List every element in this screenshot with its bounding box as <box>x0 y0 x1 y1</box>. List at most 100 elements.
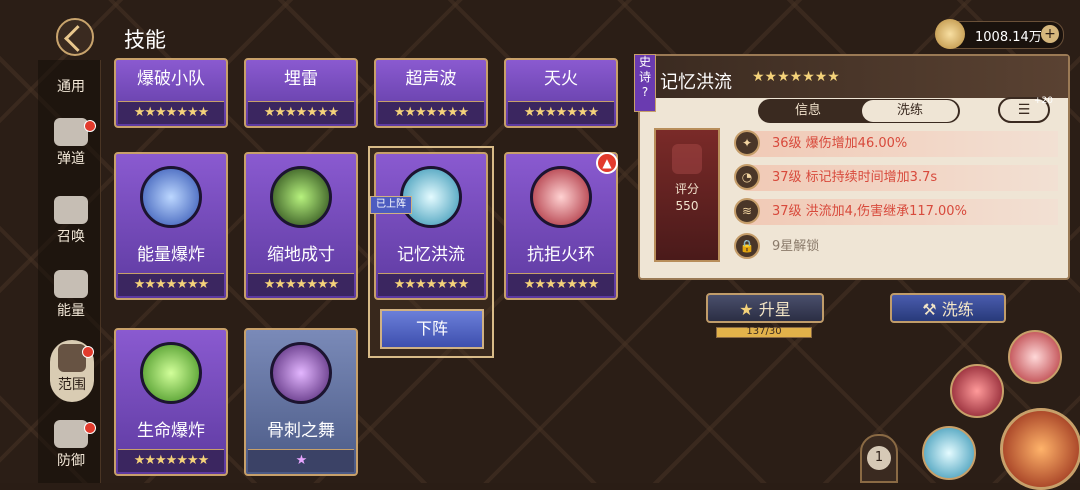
stat-row-locked: 🔒 9星解锁 <box>734 233 1058 260</box>
skill-name: 生命爆炸 <box>137 421 205 441</box>
hammer-icon: ⚒ <box>922 300 942 319</box>
sidebar-item-range[interactable]: 范围 <box>50 340 94 402</box>
score-value: 550 <box>675 199 699 213</box>
equipped-skill-red-orb[interactable] <box>950 364 1004 418</box>
notification-dot <box>84 422 96 434</box>
back-icon <box>64 25 91 52</box>
score-label: 评分 <box>674 182 699 196</box>
timer-icon: ◔ <box>734 164 760 190</box>
lock-icon: 🔒 <box>734 233 760 259</box>
flood-icon: ≋ <box>734 198 760 224</box>
skill-card[interactable]: 爆破小队 ★★★★★★★ <box>114 58 228 128</box>
sidebar-item-label: 能量 <box>57 303 85 319</box>
tier-help-icon[interactable]: ? <box>642 85 648 99</box>
currency-value: 1008.14万 <box>975 30 1042 45</box>
star-rating: ★★★★★★★ <box>248 273 354 296</box>
energy-icon <box>54 270 88 298</box>
stat-text: 36级 爆伤增加46.00% <box>772 136 908 151</box>
sidebar-item-label: 范围 <box>58 377 86 393</box>
equipped-skill-memory-flood-orb[interactable] <box>922 426 976 480</box>
star-rating: ★ <box>248 449 354 472</box>
skill-card[interactable]: 埋雷 ★★★★★★★ <box>244 58 358 128</box>
skill-card[interactable]: 天火 ★★★★★★★ <box>504 58 618 128</box>
notification-dot <box>82 346 94 358</box>
stat-row: ✦ 36级 爆伤增加46.00% <box>734 130 1058 157</box>
list-icon: ☰ <box>1017 102 1031 118</box>
star-rating: ★★★★★★★ <box>508 101 614 124</box>
star-rating: ★★★★★★★ <box>118 449 224 472</box>
sidebar-item-energy[interactable]: 能量 <box>40 270 102 320</box>
life-blast-icon <box>140 342 202 404</box>
upgrade-star-button[interactable]: ★ 升星 <box>706 293 824 323</box>
sidebar-item-label: 召唤 <box>57 229 85 245</box>
main-attack-orb[interactable] <box>1000 408 1080 490</box>
stat-row: ◔ 37级 标记持续时间增加3.7s <box>734 164 1058 191</box>
skill-name: 抗拒火环 <box>527 245 595 265</box>
skill-card[interactable]: 骨刺之舞 ★ <box>244 328 358 476</box>
skill-name: 记忆洪流 <box>397 245 465 265</box>
summon-icon <box>54 196 88 224</box>
upgrade-label: 升星 <box>758 300 791 319</box>
projectile-icon <box>54 118 88 146</box>
skill-name: 能量爆炸 <box>137 245 205 265</box>
skill-card[interactable]: 生命爆炸 ★★★★★★★ <box>114 328 228 476</box>
stat-text: 9星解锁 <box>772 239 820 254</box>
unequip-button[interactable]: 下阵 <box>380 309 484 349</box>
skill-name: 缩地成寸 <box>267 245 335 265</box>
detail-tabs: 信息 洗练 <box>758 99 960 123</box>
skill-title: 记忆洪流 <box>660 72 732 93</box>
slot-count-badge: 1 <box>860 434 898 483</box>
score-box: 评分 550 <box>654 128 720 262</box>
star-rating: ★★★★★★★ <box>248 101 354 124</box>
repel-fire-ring-icon <box>530 166 592 228</box>
notification-dot <box>84 120 96 132</box>
skill-name: 骨刺之舞 <box>267 421 335 441</box>
bone-spike-dance-icon <box>270 342 332 404</box>
equipped-badge: 已上阵 <box>370 196 412 214</box>
tab-refine[interactable]: 洗练 <box>862 100 958 122</box>
skill-name: 超声波 <box>405 69 457 89</box>
sidebar-item-label: 通用 <box>57 79 85 95</box>
upgrade-progress-text: 137/30 <box>746 326 782 337</box>
defense-icon <box>54 420 88 448</box>
star-rating: ★★★★★★★ <box>378 273 484 296</box>
skill-name: 天火 <box>544 69 578 89</box>
sidebar-item-label: 弹道 <box>57 151 85 167</box>
skill-card-selected[interactable]: 记忆洪流 ★★★★★★★ <box>374 152 488 300</box>
skill-card[interactable]: 缩地成寸 ★★★★★★★ <box>244 152 358 300</box>
skill-card[interactable]: 抗拒火环 ★★★★★★★ <box>504 152 618 300</box>
skill-star-rating: ★★★★★★★ <box>752 69 840 85</box>
sidebar-item-label: 防御 <box>57 453 85 469</box>
back-button[interactable] <box>56 18 94 56</box>
refine-label: 洗练 <box>941 300 974 319</box>
stat-text: 37级 洪流加4,伤害继承117.00% <box>772 204 967 219</box>
tab-info[interactable]: 信息 <box>760 100 856 122</box>
tier-label: 史诗 <box>638 55 651 84</box>
equipped-skill-fire-ring-orb[interactable] <box>1008 330 1062 384</box>
score-emblem-icon <box>672 144 702 174</box>
slot-count: 1 <box>867 446 891 470</box>
skill-name: 埋雷 <box>284 69 318 89</box>
sidebar-item-defense[interactable]: 防御 <box>40 420 102 470</box>
star-rating: ★★★★★★★ <box>118 101 224 124</box>
stat-text: 37级 标记持续时间增加3.7s <box>772 170 938 185</box>
skill-card[interactable]: 超声波 ★★★★★★★ <box>374 58 488 128</box>
upgrade-available-icon: ▲ <box>596 152 618 174</box>
skill-name: 爆破小队 <box>137 69 205 89</box>
crit-icon: ✦ <box>734 130 760 156</box>
page-title: 技能 <box>124 28 166 52</box>
coin-icon <box>935 19 965 49</box>
star-icon: ★ <box>739 300 759 319</box>
sidebar-item-projectile[interactable]: 弹道 <box>40 118 102 168</box>
refine-button[interactable]: ⚒ 洗练 <box>890 293 1006 323</box>
tier-badge: 史诗? <box>634 54 656 112</box>
menu-badge: +20 <box>1034 96 1053 106</box>
energy-blast-icon <box>140 166 202 228</box>
stat-row: ≋ 37级 洪流加4,伤害继承117.00% <box>734 198 1058 225</box>
sidebar-item-summon[interactable]: 召唤 <box>40 196 102 246</box>
skill-card[interactable]: 能量爆炸 ★★★★★★★ <box>114 152 228 300</box>
sidebar-item-general[interactable]: 通用 <box>40 76 102 96</box>
currency-display: 1008.14万 + <box>935 19 1064 49</box>
add-currency-button[interactable]: + <box>1041 25 1059 43</box>
star-rating: ★★★★★★★ <box>508 273 614 296</box>
